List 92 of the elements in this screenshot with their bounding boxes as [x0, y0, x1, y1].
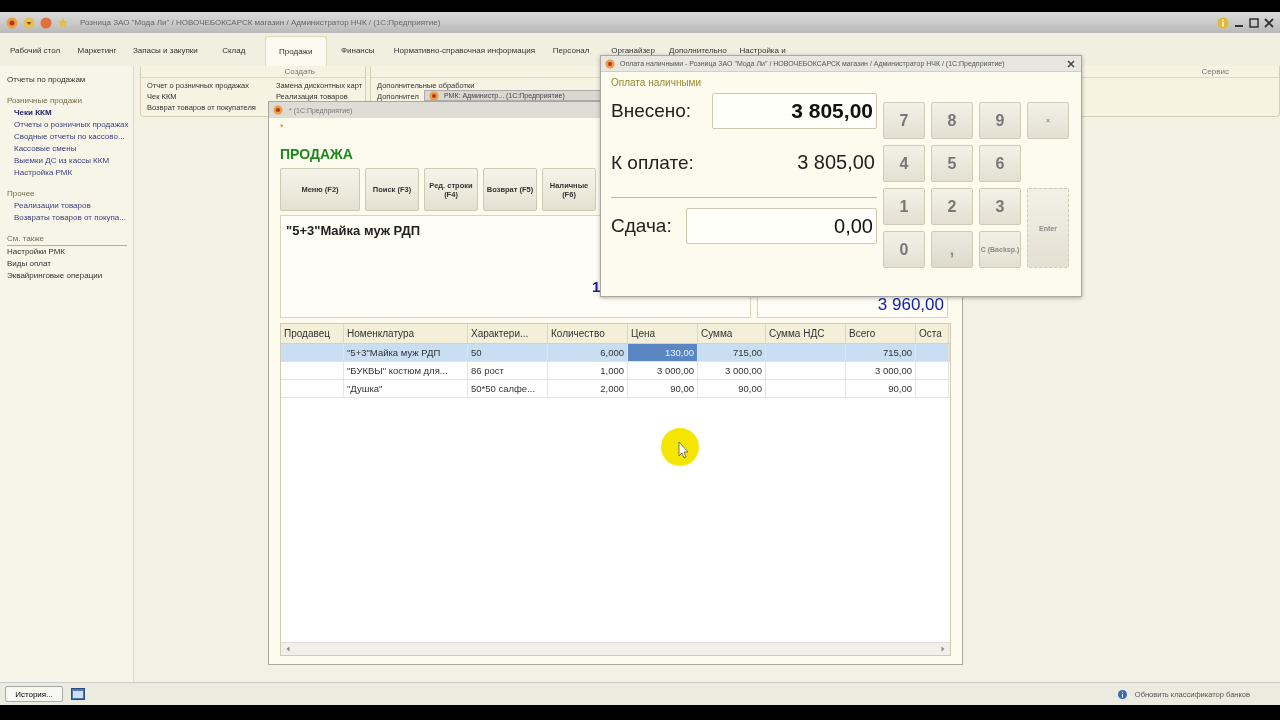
keypad-key[interactable]: 7: [883, 102, 925, 139]
scroll-right-icon[interactable]: [939, 645, 947, 653]
group-heading: Розничные продажи: [7, 95, 83, 107]
nav-link[interactable]: Реализации товаров: [7, 200, 133, 212]
column-header[interactable]: Сумма: [698, 324, 766, 343]
nav-link[interactable]: Возвраты товаров от покупа...: [7, 212, 133, 224]
table-cell: "Душка": [344, 380, 468, 397]
table-cell: 715,00: [698, 344, 766, 361]
table-cell: 90,00: [846, 380, 916, 397]
keypad-key[interactable]: 0: [883, 231, 925, 268]
section-tab[interactable]: Финансы: [326, 36, 389, 66]
nav-link[interactable]: Эквайринговые операции: [7, 270, 133, 282]
app-logo-icon: [273, 105, 283, 115]
column-header[interactable]: Сумма НДС: [766, 324, 846, 343]
form-heading: ПРОДАЖА: [280, 146, 353, 162]
column-header[interactable]: Оста: [916, 324, 949, 343]
section-tab[interactable]: Маркетинг: [66, 36, 128, 66]
item-name: "5+3"Майка муж РДП: [286, 223, 421, 238]
keypad-key[interactable]: 6: [979, 145, 1021, 182]
window-icon[interactable]: [71, 688, 85, 700]
keypad-key[interactable]: 8: [931, 102, 973, 139]
table-cell: 3 000,00: [628, 362, 698, 379]
horizontal-scrollbar[interactable]: [281, 642, 950, 655]
column-header[interactable]: Цена: [628, 324, 698, 343]
table-cell: 50*50 салфе...: [468, 380, 548, 397]
field-label: Сдача:: [611, 215, 672, 237]
field-label: Внесено:: [611, 99, 692, 122]
section-tab[interactable]: Запасы и закупки: [128, 36, 203, 66]
app-logo-icon: [605, 58, 615, 69]
scroll-left-icon[interactable]: [284, 645, 292, 653]
window-title: Розница ЗАО "Мода Ли" / НОВОЧЕБОКСАРСК магазин / Администратор НЧК / (1С:Предприятие): [80, 18, 441, 27]
table-cell: 3 000,00: [698, 362, 766, 379]
star-icon[interactable]: [57, 16, 69, 29]
nav-link[interactable]: Настройки РМК: [7, 246, 133, 258]
table-cell: 86 рост: [468, 362, 548, 379]
info-icon: [1117, 689, 1127, 699]
maximize-icon[interactable]: [1249, 17, 1259, 28]
keypad-key[interactable]: 5: [931, 145, 973, 182]
column-header[interactable]: Всего: [846, 324, 916, 343]
section-tab[interactable]: Персонал: [540, 36, 603, 66]
keypad-key[interactable]: 1: [883, 188, 925, 225]
section-tab[interactable]: Продажи: [264, 36, 327, 66]
table-row[interactable]: "БУКВЫ" костюм для... 86 рост 1,000 3 000,00 3 000,00 3 000,00: [281, 362, 950, 380]
nav-link[interactable]: Отчеты по продажам: [7, 74, 133, 86]
table-cell: 715,00: [846, 344, 916, 361]
total-amount: 3 960,00: [877, 295, 944, 315]
keypad-key[interactable]: 2: [931, 188, 973, 225]
section-tab[interactable]: Рабочий стол: [4, 36, 66, 66]
section-tab[interactable]: Нормативно-справочная информация: [388, 36, 541, 66]
nav-link[interactable]: Кассовые смены: [7, 143, 133, 155]
dialog-heading: Оплата наличными: [611, 76, 703, 90]
nav-link[interactable]: Чеки ККМ: [7, 107, 133, 119]
amount-field[interactable]: 3 805,00: [712, 92, 877, 129]
cursor-highlight: [660, 427, 700, 467]
app-logo-icon: [429, 90, 439, 101]
table-row[interactable]: "5+3"Майка муж РДП 50 6,000 130,00 715,00 715,00: [281, 344, 950, 362]
nav-link[interactable]: Виды оплат: [7, 258, 133, 270]
table-cell: 50: [468, 344, 548, 361]
keypad-key[interactable]: 9: [979, 102, 1021, 139]
nav-link[interactable]: Отчеты о розничных продажах: [7, 119, 133, 131]
table-cell: 1,000: [548, 362, 628, 379]
history-button[interactable]: История...: [5, 686, 63, 702]
amount-due: 3 805,00: [797, 151, 876, 174]
change-field[interactable]: 0,00: [686, 208, 877, 244]
table-cell: 2,000: [548, 380, 628, 397]
close-icon[interactable]: [1067, 59, 1075, 68]
section-tab[interactable]: Склад: [202, 36, 265, 66]
close-icon[interactable]: [1264, 17, 1274, 28]
table-cell: "БУКВЫ" костюм для...: [344, 362, 468, 379]
table-cell: "5+3"Майка муж РДП: [344, 344, 468, 361]
group-heading: См. также: [7, 233, 127, 246]
table-cell: 3 000,00: [846, 362, 916, 379]
dropdown-icon[interactable]: [23, 16, 35, 29]
keypad-key[interactable]: 4: [883, 145, 925, 182]
modified-marker: *: [280, 122, 285, 132]
table-cell: 90,00: [698, 380, 766, 397]
table-cell: 130,00: [628, 344, 698, 361]
group-heading: Прочее: [7, 188, 36, 200]
field-label: К оплате:: [611, 151, 694, 174]
nav-link[interactable]: Выемки ДС из кассы ККМ: [7, 155, 133, 167]
nav-link[interactable]: Сводные отчеты по кассово...: [7, 131, 133, 143]
column-header[interactable]: Номенклатура: [344, 324, 468, 343]
table-cell: 90,00: [628, 380, 698, 397]
amount-text: 1: [592, 278, 601, 295]
column-header[interactable]: Продавец: [281, 324, 344, 343]
table-row[interactable]: "Душка" 50*50 салфе... 2,000 90,00 90,00 90,00: [281, 380, 950, 398]
column-header[interactable]: Количество: [548, 324, 628, 343]
column-header[interactable]: Характери...: [468, 324, 548, 343]
app-logo-icon: [6, 16, 18, 29]
panel-heading: Создать: [141, 66, 365, 78]
keypad-key[interactable]: 3: [979, 188, 1021, 225]
nav-link[interactable]: Настройка РМК: [7, 167, 133, 179]
